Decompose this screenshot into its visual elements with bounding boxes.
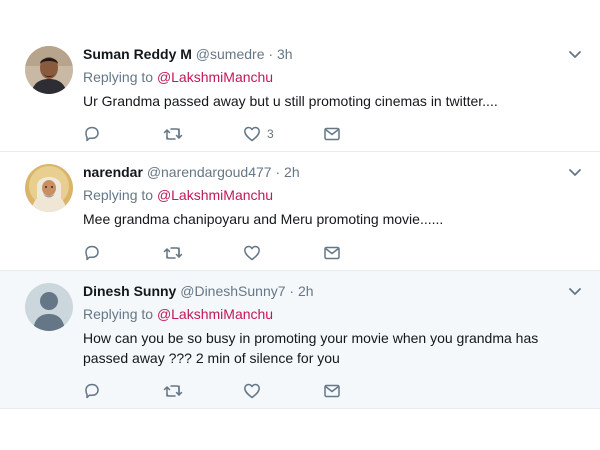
author-name[interactable]: Suman Reddy M [83, 46, 192, 62]
tweet-header: Suman Reddy M @sumedre · 3h [83, 45, 580, 63]
retweet-button[interactable] [163, 124, 243, 144]
timestamp[interactable]: 2h [298, 283, 314, 299]
direct-message-button[interactable] [323, 381, 403, 401]
retweet-icon [163, 247, 183, 259]
chevron-down-icon[interactable] [568, 50, 582, 60]
replying-to-label: Replying to [83, 69, 154, 85]
tweet-actions [83, 381, 403, 401]
envelope-icon [324, 127, 340, 141]
reply-feed: Suman Reddy M @sumedre · 3h Replying to … [0, 0, 600, 450]
retweet-icon [163, 385, 183, 397]
retweet-button[interactable] [163, 243, 243, 263]
like-count: 3 [267, 127, 274, 141]
tweet-text: How can you be so busy in promoting your… [83, 330, 539, 366]
retweet-icon [163, 128, 183, 140]
avatar[interactable] [25, 164, 73, 212]
avatar[interactable] [25, 46, 73, 94]
direct-message-button[interactable] [323, 243, 403, 263]
chevron-down-icon[interactable] [568, 287, 582, 297]
separator-dot: · [268, 46, 274, 62]
tweet[interactable]: Dinesh Sunny @DineshSunny7 · 2h Replying… [0, 271, 600, 409]
reply-icon [85, 245, 99, 261]
replying-to-label: Replying to [83, 306, 154, 322]
heart-icon [244, 383, 260, 399]
mention-link[interactable]: @LakshmiManchu [157, 187, 273, 203]
timestamp[interactable]: 2h [284, 164, 300, 180]
tweet[interactable]: narendar @narendargoud477 · 2h Replying … [0, 152, 600, 271]
envelope-icon [324, 384, 340, 398]
reply-button[interactable] [83, 243, 163, 263]
heart-icon [244, 126, 260, 142]
tweet-actions: 3 [83, 124, 403, 144]
author-handle[interactable]: @sumedre [196, 46, 265, 62]
replying-to-line: Replying to @LakshmiManchu [83, 305, 580, 323]
replying-to-line: Replying to @LakshmiManchu [83, 68, 580, 86]
author-handle[interactable]: @DineshSunny7 [180, 283, 285, 299]
mention-link[interactable]: @LakshmiManchu [157, 306, 273, 322]
author-name[interactable]: Dinesh Sunny [83, 283, 176, 299]
reply-icon [85, 383, 99, 399]
replying-to-line: Replying to @LakshmiManchu [83, 186, 580, 204]
retweet-button[interactable] [163, 381, 243, 401]
like-button[interactable]: 3 [243, 124, 323, 144]
reply-icon [85, 126, 99, 142]
tweet-header: narendar @narendargoud477 · 2h [83, 163, 580, 181]
reply-button[interactable] [83, 124, 163, 144]
reply-button[interactable] [83, 381, 163, 401]
avatar[interactable] [25, 283, 73, 331]
envelope-icon [324, 246, 340, 260]
replying-to-label: Replying to [83, 187, 154, 203]
tweet-header: Dinesh Sunny @DineshSunny7 · 2h [83, 282, 580, 300]
tweet[interactable]: Suman Reddy M @sumedre · 3h Replying to … [0, 34, 600, 152]
author-name[interactable]: narendar [83, 164, 143, 180]
like-button[interactable] [243, 381, 323, 401]
author-handle[interactable]: @narendargoud477 [147, 164, 272, 180]
chevron-down-icon[interactable] [568, 168, 582, 178]
separator-dot: · [289, 283, 295, 299]
tweet-actions [83, 243, 403, 263]
direct-message-button[interactable] [323, 124, 403, 144]
like-button[interactable] [243, 243, 323, 263]
separator-dot: · [275, 164, 281, 180]
mention-link[interactable]: @LakshmiManchu [157, 69, 273, 85]
heart-icon [244, 245, 260, 261]
tweet-text: Ur Grandma passed away but u still promo… [83, 93, 498, 109]
tweet-text: Mee grandma chanipoyaru and Meru promoti… [83, 211, 444, 227]
timestamp[interactable]: 3h [277, 46, 293, 62]
